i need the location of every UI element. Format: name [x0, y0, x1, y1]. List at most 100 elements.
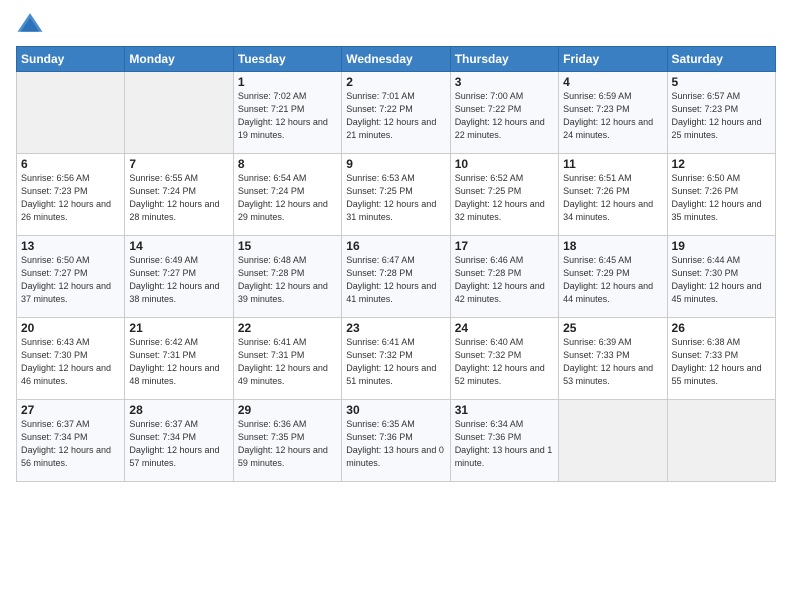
day-info: Sunrise: 6:46 AMSunset: 7:28 PMDaylight:…	[455, 254, 554, 306]
calendar-cell: 25Sunrise: 6:39 AMSunset: 7:33 PMDayligh…	[559, 318, 667, 400]
calendar-cell: 20Sunrise: 6:43 AMSunset: 7:30 PMDayligh…	[17, 318, 125, 400]
day-number: 28	[129, 403, 228, 417]
day-number: 13	[21, 239, 120, 253]
calendar-cell: 11Sunrise: 6:51 AMSunset: 7:26 PMDayligh…	[559, 154, 667, 236]
day-info: Sunrise: 6:52 AMSunset: 7:25 PMDaylight:…	[455, 172, 554, 224]
day-number: 3	[455, 75, 554, 89]
weekday-header-sunday: Sunday	[17, 47, 125, 72]
calendar-cell	[17, 72, 125, 154]
day-number: 8	[238, 157, 337, 171]
day-info: Sunrise: 6:50 AMSunset: 7:26 PMDaylight:…	[672, 172, 771, 224]
calendar-header: SundayMondayTuesdayWednesdayThursdayFrid…	[17, 47, 776, 72]
weekday-header-monday: Monday	[125, 47, 233, 72]
day-info: Sunrise: 6:44 AMSunset: 7:30 PMDaylight:…	[672, 254, 771, 306]
day-info: Sunrise: 6:59 AMSunset: 7:23 PMDaylight:…	[563, 90, 662, 142]
weekday-header-saturday: Saturday	[667, 47, 775, 72]
header	[16, 10, 776, 38]
logo-icon	[16, 10, 44, 38]
calendar-cell: 22Sunrise: 6:41 AMSunset: 7:31 PMDayligh…	[233, 318, 341, 400]
calendar-cell: 16Sunrise: 6:47 AMSunset: 7:28 PMDayligh…	[342, 236, 450, 318]
day-number: 15	[238, 239, 337, 253]
calendar-cell	[667, 400, 775, 482]
day-info: Sunrise: 6:47 AMSunset: 7:28 PMDaylight:…	[346, 254, 445, 306]
weekday-header-tuesday: Tuesday	[233, 47, 341, 72]
calendar-cell: 30Sunrise: 6:35 AMSunset: 7:36 PMDayligh…	[342, 400, 450, 482]
day-info: Sunrise: 6:40 AMSunset: 7:32 PMDaylight:…	[455, 336, 554, 388]
day-number: 29	[238, 403, 337, 417]
weekday-row: SundayMondayTuesdayWednesdayThursdayFrid…	[17, 47, 776, 72]
calendar-cell: 15Sunrise: 6:48 AMSunset: 7:28 PMDayligh…	[233, 236, 341, 318]
calendar-cell: 10Sunrise: 6:52 AMSunset: 7:25 PMDayligh…	[450, 154, 558, 236]
calendar-cell: 28Sunrise: 6:37 AMSunset: 7:34 PMDayligh…	[125, 400, 233, 482]
calendar-cell	[125, 72, 233, 154]
calendar-cell: 6Sunrise: 6:56 AMSunset: 7:23 PMDaylight…	[17, 154, 125, 236]
calendar-cell	[559, 400, 667, 482]
day-info: Sunrise: 7:00 AMSunset: 7:22 PMDaylight:…	[455, 90, 554, 142]
day-number: 26	[672, 321, 771, 335]
day-number: 14	[129, 239, 228, 253]
day-number: 1	[238, 75, 337, 89]
day-number: 24	[455, 321, 554, 335]
calendar-cell: 5Sunrise: 6:57 AMSunset: 7:23 PMDaylight…	[667, 72, 775, 154]
calendar-cell: 9Sunrise: 6:53 AMSunset: 7:25 PMDaylight…	[342, 154, 450, 236]
day-number: 17	[455, 239, 554, 253]
day-number: 16	[346, 239, 445, 253]
calendar-cell: 26Sunrise: 6:38 AMSunset: 7:33 PMDayligh…	[667, 318, 775, 400]
calendar-table: SundayMondayTuesdayWednesdayThursdayFrid…	[16, 46, 776, 482]
calendar-cell: 24Sunrise: 6:40 AMSunset: 7:32 PMDayligh…	[450, 318, 558, 400]
day-number: 7	[129, 157, 228, 171]
day-number: 12	[672, 157, 771, 171]
day-info: Sunrise: 6:37 AMSunset: 7:34 PMDaylight:…	[129, 418, 228, 470]
calendar-cell: 13Sunrise: 6:50 AMSunset: 7:27 PMDayligh…	[17, 236, 125, 318]
calendar-cell: 8Sunrise: 6:54 AMSunset: 7:24 PMDaylight…	[233, 154, 341, 236]
day-info: Sunrise: 7:01 AMSunset: 7:22 PMDaylight:…	[346, 90, 445, 142]
day-info: Sunrise: 6:53 AMSunset: 7:25 PMDaylight:…	[346, 172, 445, 224]
day-info: Sunrise: 6:38 AMSunset: 7:33 PMDaylight:…	[672, 336, 771, 388]
day-number: 10	[455, 157, 554, 171]
day-info: Sunrise: 6:45 AMSunset: 7:29 PMDaylight:…	[563, 254, 662, 306]
calendar-week-4: 20Sunrise: 6:43 AMSunset: 7:30 PMDayligh…	[17, 318, 776, 400]
day-number: 20	[21, 321, 120, 335]
day-info: Sunrise: 6:48 AMSunset: 7:28 PMDaylight:…	[238, 254, 337, 306]
calendar-body: 1Sunrise: 7:02 AMSunset: 7:21 PMDaylight…	[17, 72, 776, 482]
calendar-cell: 12Sunrise: 6:50 AMSunset: 7:26 PMDayligh…	[667, 154, 775, 236]
calendar-cell: 3Sunrise: 7:00 AMSunset: 7:22 PMDaylight…	[450, 72, 558, 154]
day-number: 2	[346, 75, 445, 89]
day-number: 27	[21, 403, 120, 417]
calendar-cell: 17Sunrise: 6:46 AMSunset: 7:28 PMDayligh…	[450, 236, 558, 318]
day-info: Sunrise: 6:56 AMSunset: 7:23 PMDaylight:…	[21, 172, 120, 224]
day-number: 30	[346, 403, 445, 417]
day-number: 4	[563, 75, 662, 89]
page: SundayMondayTuesdayWednesdayThursdayFrid…	[0, 0, 792, 612]
calendar-cell: 23Sunrise: 6:41 AMSunset: 7:32 PMDayligh…	[342, 318, 450, 400]
day-number: 11	[563, 157, 662, 171]
day-number: 6	[21, 157, 120, 171]
calendar-week-3: 13Sunrise: 6:50 AMSunset: 7:27 PMDayligh…	[17, 236, 776, 318]
day-number: 18	[563, 239, 662, 253]
day-number: 9	[346, 157, 445, 171]
calendar-cell: 19Sunrise: 6:44 AMSunset: 7:30 PMDayligh…	[667, 236, 775, 318]
calendar-cell: 21Sunrise: 6:42 AMSunset: 7:31 PMDayligh…	[125, 318, 233, 400]
day-number: 5	[672, 75, 771, 89]
calendar-cell: 2Sunrise: 7:01 AMSunset: 7:22 PMDaylight…	[342, 72, 450, 154]
day-info: Sunrise: 6:55 AMSunset: 7:24 PMDaylight:…	[129, 172, 228, 224]
day-info: Sunrise: 6:39 AMSunset: 7:33 PMDaylight:…	[563, 336, 662, 388]
day-info: Sunrise: 6:41 AMSunset: 7:31 PMDaylight:…	[238, 336, 337, 388]
day-number: 23	[346, 321, 445, 335]
calendar-week-5: 27Sunrise: 6:37 AMSunset: 7:34 PMDayligh…	[17, 400, 776, 482]
calendar-cell: 7Sunrise: 6:55 AMSunset: 7:24 PMDaylight…	[125, 154, 233, 236]
calendar-cell: 18Sunrise: 6:45 AMSunset: 7:29 PMDayligh…	[559, 236, 667, 318]
day-info: Sunrise: 6:34 AMSunset: 7:36 PMDaylight:…	[455, 418, 554, 470]
day-info: Sunrise: 6:43 AMSunset: 7:30 PMDaylight:…	[21, 336, 120, 388]
day-info: Sunrise: 6:54 AMSunset: 7:24 PMDaylight:…	[238, 172, 337, 224]
weekday-header-thursday: Thursday	[450, 47, 558, 72]
day-info: Sunrise: 6:42 AMSunset: 7:31 PMDaylight:…	[129, 336, 228, 388]
day-number: 22	[238, 321, 337, 335]
day-info: Sunrise: 6:50 AMSunset: 7:27 PMDaylight:…	[21, 254, 120, 306]
day-info: Sunrise: 6:37 AMSunset: 7:34 PMDaylight:…	[21, 418, 120, 470]
calendar-cell: 1Sunrise: 7:02 AMSunset: 7:21 PMDaylight…	[233, 72, 341, 154]
day-info: Sunrise: 7:02 AMSunset: 7:21 PMDaylight:…	[238, 90, 337, 142]
day-info: Sunrise: 6:51 AMSunset: 7:26 PMDaylight:…	[563, 172, 662, 224]
calendar-cell: 31Sunrise: 6:34 AMSunset: 7:36 PMDayligh…	[450, 400, 558, 482]
day-info: Sunrise: 6:49 AMSunset: 7:27 PMDaylight:…	[129, 254, 228, 306]
